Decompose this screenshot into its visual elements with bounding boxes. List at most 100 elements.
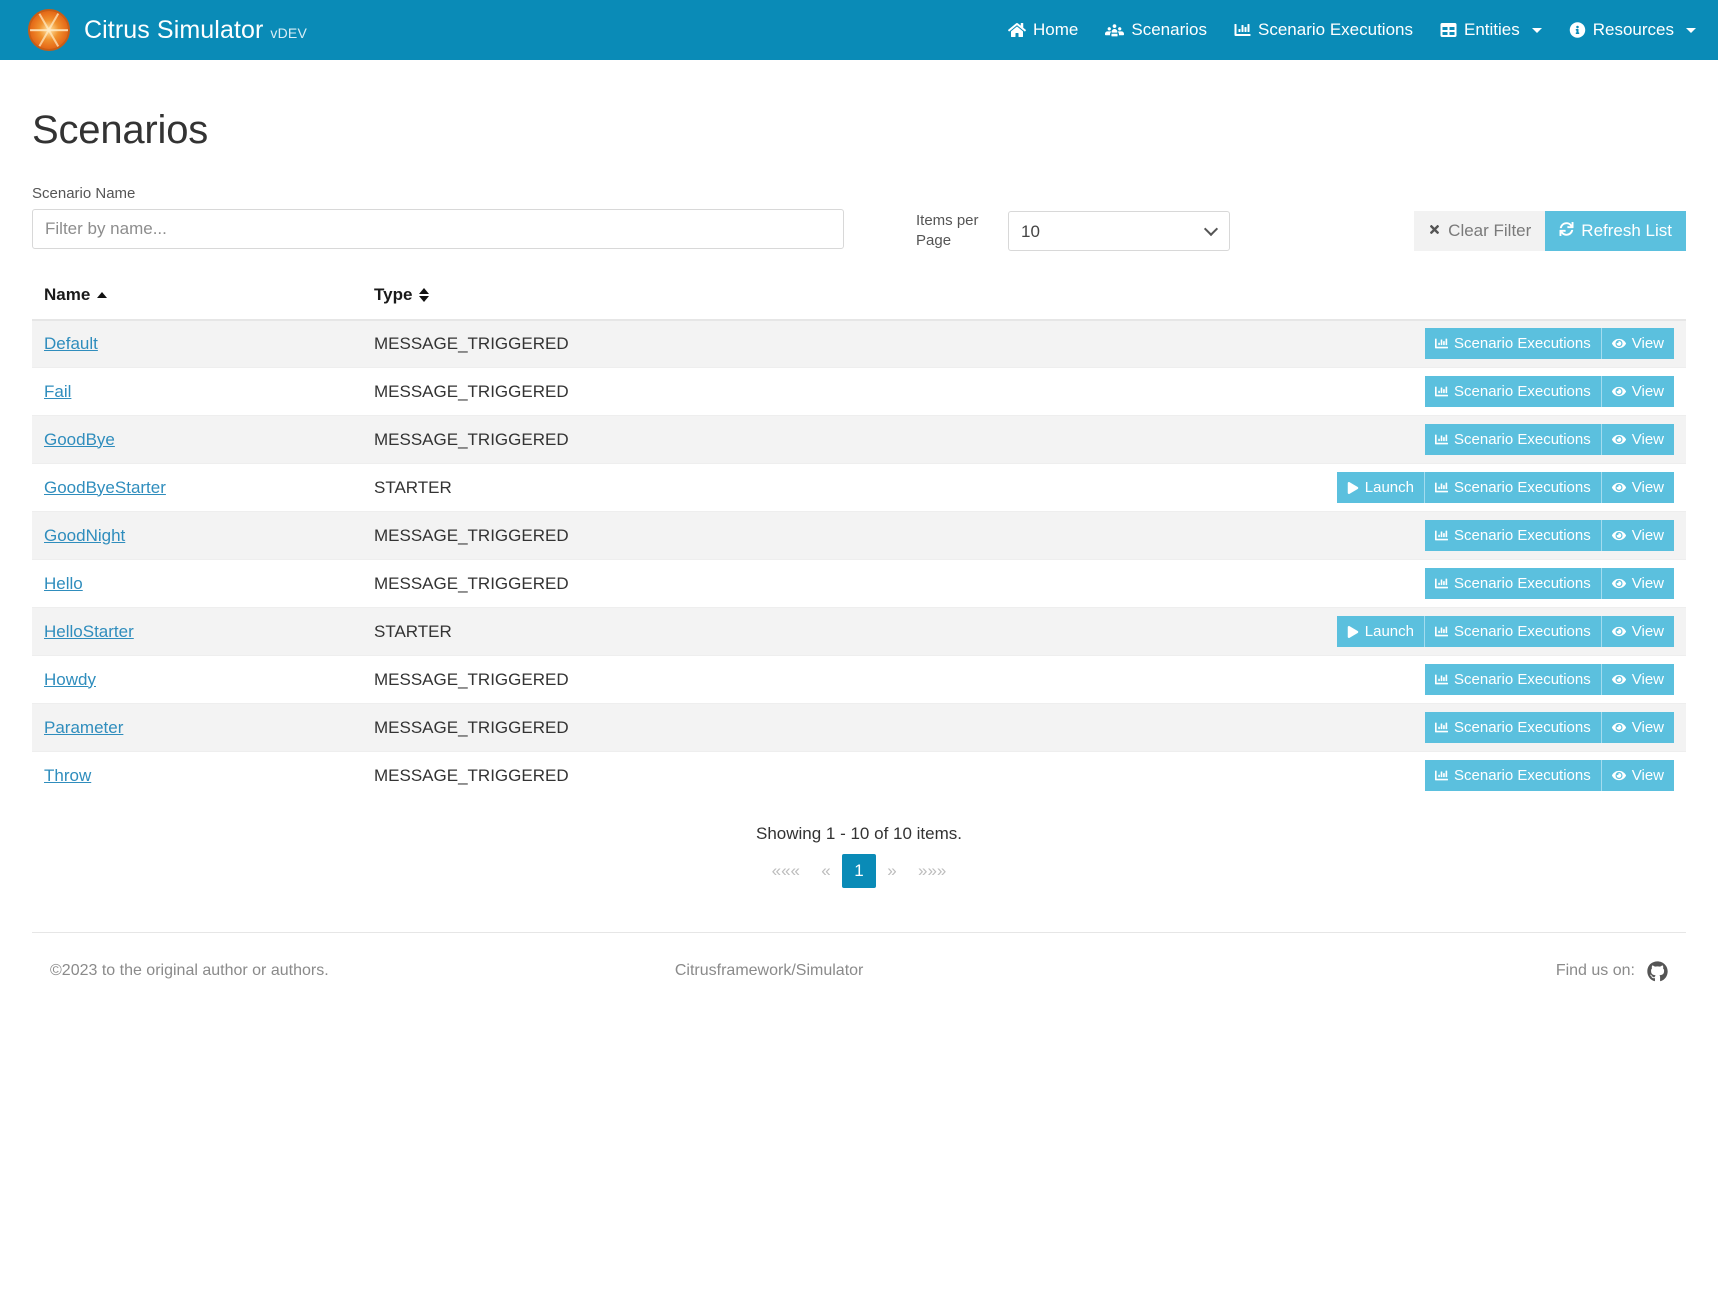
chart-bar-icon bbox=[1435, 433, 1448, 446]
footer-project-link[interactable]: Citrusframework/Simulator bbox=[675, 962, 863, 980]
view-button-label: View bbox=[1632, 623, 1664, 640]
view-button[interactable]: View bbox=[1602, 760, 1674, 791]
search-input[interactable] bbox=[32, 209, 844, 249]
top-navbar: Citrus SimulatorvDEV Home Scenarios Scen… bbox=[0, 0, 1718, 60]
filter-actions: Clear Filter Refresh List bbox=[1414, 211, 1686, 251]
nav-item-resources[interactable]: Resources bbox=[1569, 20, 1696, 40]
brand[interactable]: Citrus SimulatorvDEV bbox=[28, 9, 307, 51]
view-button[interactable]: View bbox=[1602, 520, 1674, 551]
scenario-name-link[interactable]: Default bbox=[44, 334, 98, 353]
table-row: HelloStarter STARTER LaunchScenario Execut… bbox=[32, 608, 1686, 656]
scenario-name-link[interactable]: Fail bbox=[44, 382, 71, 401]
chart-bar-icon bbox=[1435, 721, 1448, 734]
scenarios-icon bbox=[1105, 22, 1124, 38]
clear-filter-label: Clear Filter bbox=[1448, 221, 1531, 241]
cell-actions: Scenario ExecutionsView bbox=[861, 368, 1686, 416]
scenario-executions-button-label: Scenario Executions bbox=[1454, 527, 1591, 544]
view-button[interactable]: View bbox=[1602, 328, 1674, 359]
eye-icon bbox=[1612, 769, 1626, 782]
scenario-executions-button[interactable]: Scenario Executions bbox=[1425, 664, 1602, 695]
scenario-name-link[interactable]: Howdy bbox=[44, 670, 96, 689]
launch-button[interactable]: Launch bbox=[1337, 616, 1425, 647]
table-row: GoodNightMESSAGE_TRIGGEREDScenario Execu… bbox=[32, 512, 1686, 560]
view-button-label: View bbox=[1632, 431, 1664, 448]
table-body: Default MESSAGE_TRIGGERED Scenario Executi… bbox=[32, 320, 1686, 800]
items-per-page-label: Items per Page bbox=[916, 211, 988, 252]
times-icon bbox=[1428, 221, 1441, 241]
chart-bar-icon bbox=[1435, 673, 1448, 686]
refresh-list-button[interactable]: Refresh List bbox=[1545, 211, 1686, 251]
nav-item-scenarios[interactable]: Scenarios bbox=[1105, 20, 1207, 40]
clear-filter-button[interactable]: Clear Filter bbox=[1414, 211, 1545, 251]
scenario-name-link[interactable]: GoodBye bbox=[44, 430, 115, 449]
scenario-name-label: Scenario Name bbox=[32, 185, 844, 202]
view-button-label: View bbox=[1632, 767, 1664, 784]
pagination-next[interactable]: » bbox=[876, 855, 908, 887]
view-button[interactable]: View bbox=[1602, 664, 1674, 695]
cell-actions: Scenario ExecutionsView bbox=[861, 656, 1686, 704]
chevron-down-icon bbox=[1532, 28, 1542, 33]
scenario-name-link[interactable]: GoodByeStarter bbox=[44, 478, 166, 497]
scenario-executions-button[interactable]: Scenario Executions bbox=[1425, 328, 1602, 359]
page-footer: ©2023 to the original author or authors.… bbox=[32, 932, 1686, 992]
view-button[interactable]: View bbox=[1602, 376, 1674, 407]
brand-title: Citrus Simulator bbox=[84, 16, 263, 44]
scenario-name-link[interactable]: HelloStarter bbox=[44, 622, 134, 641]
view-button[interactable]: View bbox=[1602, 472, 1674, 503]
scenario-executions-button-label: Scenario Executions bbox=[1454, 575, 1591, 592]
table-header-row: Name Type bbox=[32, 285, 1686, 320]
nav-item-home[interactable]: Home bbox=[1008, 20, 1078, 40]
page-title: Scenarios bbox=[32, 108, 1686, 153]
view-button[interactable]: View bbox=[1602, 424, 1674, 455]
view-button-label: View bbox=[1632, 527, 1664, 544]
cell-name: HelloStarter bbox=[32, 608, 362, 656]
table-row: FailMESSAGE_TRIGGEREDScenario Executions… bbox=[32, 368, 1686, 416]
scenario-executions-button[interactable]: Scenario Executions bbox=[1425, 568, 1602, 599]
nav-item-home-label: Home bbox=[1033, 20, 1078, 40]
scenario-name-link[interactable]: GoodNight bbox=[44, 526, 125, 545]
home-icon bbox=[1008, 22, 1026, 38]
scenario-executions-button[interactable]: Scenario Executions bbox=[1425, 616, 1602, 647]
view-button-label: View bbox=[1632, 575, 1664, 592]
launch-button-label: Launch bbox=[1365, 479, 1414, 496]
view-button[interactable]: View bbox=[1602, 568, 1674, 599]
view-button[interactable]: View bbox=[1602, 616, 1674, 647]
cell-type: STARTER bbox=[362, 608, 861, 656]
view-button[interactable]: View bbox=[1602, 712, 1674, 743]
cell-name: Parameter bbox=[32, 704, 362, 752]
launch-button[interactable]: Launch bbox=[1337, 472, 1425, 503]
scenario-executions-button[interactable]: Scenario Executions bbox=[1425, 760, 1602, 791]
pagination-prev[interactable]: « bbox=[810, 855, 842, 887]
scenario-executions-button[interactable]: Scenario Executions bbox=[1425, 520, 1602, 551]
scenario-name-link[interactable]: Hello bbox=[44, 574, 83, 593]
view-button-label: View bbox=[1632, 719, 1664, 736]
table-row: GoodByeMESSAGE_TRIGGEREDScenario Executi… bbox=[32, 416, 1686, 464]
scenario-executions-button[interactable]: Scenario Executions bbox=[1425, 712, 1602, 743]
nav-item-scenario-executions[interactable]: Scenario Executions bbox=[1234, 20, 1413, 40]
eye-icon bbox=[1612, 577, 1626, 590]
column-header-type[interactable]: Type bbox=[362, 285, 1686, 320]
pagination-last[interactable]: »»» bbox=[908, 855, 956, 887]
pagination-first[interactable]: ««« bbox=[762, 855, 810, 887]
view-button-label: View bbox=[1632, 335, 1664, 352]
scenario-executions-button[interactable]: Scenario Executions bbox=[1425, 472, 1602, 503]
scenario-executions-button-label: Scenario Executions bbox=[1454, 767, 1591, 784]
scenario-name-link[interactable]: Parameter bbox=[44, 718, 123, 737]
eye-icon bbox=[1612, 529, 1626, 542]
nav-item-entities[interactable]: Entities bbox=[1440, 20, 1542, 40]
cell-actions: Scenario Executions View bbox=[861, 704, 1686, 752]
nav-item-entities-label: Entities bbox=[1464, 20, 1520, 40]
cell-name: Hello bbox=[32, 560, 362, 608]
column-header-name[interactable]: Name bbox=[32, 285, 362, 320]
row-button-group: Scenario ExecutionsView bbox=[1425, 376, 1674, 407]
scenario-executions-button[interactable]: Scenario Executions bbox=[1425, 424, 1602, 455]
github-icon[interactable] bbox=[1647, 961, 1668, 982]
cell-type: MESSAGE_TRIGGERED bbox=[362, 512, 861, 560]
scenario-executions-button[interactable]: Scenario Executions bbox=[1425, 376, 1602, 407]
cell-actions: Scenario Executions View bbox=[861, 512, 1686, 560]
nav-links: Home Scenarios Scenario Executions Entit… bbox=[1008, 20, 1696, 40]
items-per-page-select[interactable]: 10 bbox=[1008, 211, 1230, 251]
scenario-name-link[interactable]: Throw bbox=[44, 766, 91, 785]
nav-item-resources-label: Resources bbox=[1593, 20, 1674, 40]
pagination-page-1[interactable]: 1 bbox=[842, 854, 876, 888]
